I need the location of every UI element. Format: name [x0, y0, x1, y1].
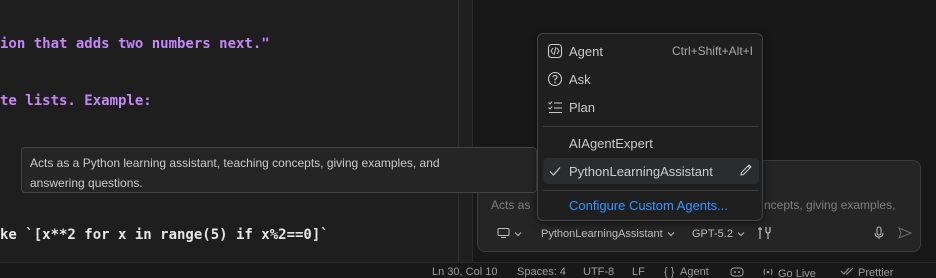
menu-item-aiagentexpert[interactable]: AIAgentExpert: [543, 130, 759, 156]
menu-item-label: Agent: [569, 43, 603, 59]
attach-context-button[interactable]: [497, 226, 522, 242]
menu-separator: [543, 126, 759, 127]
model-picker-button[interactable]: GPT-5.2: [692, 226, 745, 242]
chat-input-placeholder: Acts as: [491, 198, 531, 212]
chevron-down-icon: [667, 228, 675, 240]
menu-item-agent[interactable]: Agent Ctrl+Shift+Alt+I: [543, 38, 759, 64]
model-picker-label: GPT-5.2: [692, 228, 733, 240]
pencil-icon[interactable]: [739, 163, 753, 180]
menu-item-label: Configure Custom Agents...: [569, 197, 728, 213]
tooltip-text-line: answering questions.: [30, 176, 143, 190]
status-bar: Ln 30, Col 10 Spaces: 4 UTF-8 LF { } Age…: [0, 262, 936, 278]
pane-divider[interactable]: [458, 0, 459, 262]
menu-item-label: Plan: [569, 99, 596, 115]
send-button[interactable]: [898, 226, 913, 243]
menu-item-label: AIAgentExpert: [569, 135, 653, 151]
agent-description-tooltip: Acts as a Python learning assistant, tea…: [21, 147, 537, 193]
agent-icon: [546, 42, 564, 60]
menu-separator: [543, 190, 759, 191]
code-line: te lists. Example:: [0, 93, 152, 109]
copilot-icon[interactable]: [730, 266, 744, 278]
chevron-down-icon: [514, 228, 522, 240]
cursor-position[interactable]: Ln 30, Col 10: [432, 266, 497, 278]
configure-custom-agents-link[interactable]: Configure Custom Agents...: [543, 192, 759, 218]
prettier-label: Prettier: [858, 266, 894, 278]
microphone-button[interactable]: [873, 226, 885, 242]
broadcast-icon: [762, 266, 774, 278]
monitor-icon: [497, 227, 510, 242]
chevron-down-icon: [737, 228, 745, 240]
menu-item-ask[interactable]: Ask: [543, 66, 759, 92]
menu-item-plan[interactable]: Plan: [543, 94, 759, 120]
indentation-setting[interactable]: Spaces: 4: [517, 266, 566, 278]
code-line: ke `[x**2 for x in range(5) if x%2==0]`: [0, 227, 329, 243]
prettier-button[interactable]: Prettier: [840, 266, 893, 278]
agent-picker-button[interactable]: PythonLearningAssistant: [541, 226, 675, 242]
chat-input-placeholder-continued: ncepts, giving examples,: [764, 198, 896, 212]
encoding-setting[interactable]: UTF-8: [583, 266, 614, 278]
eol-setting[interactable]: LF: [632, 266, 645, 278]
tooltip-text-line: Acts as a Python learning assistant, tea…: [30, 156, 440, 170]
keyboard-shortcut: Ctrl+Shift+Alt+I: [671, 44, 753, 58]
pane-border: [472, 0, 473, 262]
checklist-icon: [546, 98, 564, 116]
language-mode[interactable]: { }: [664, 266, 674, 278]
go-live-button[interactable]: Go Live: [762, 266, 816, 278]
code-editor[interactable]: ion that adds two numbers next." te list…: [0, 0, 458, 262]
menu-item-label: Ask: [569, 71, 591, 87]
go-live-label: Go Live: [778, 267, 816, 278]
double-check-icon: [840, 266, 854, 278]
question-icon: [546, 70, 564, 88]
microphone-icon: [873, 226, 885, 243]
tools-button[interactable]: [757, 226, 771, 242]
menu-item-pythonlearningassistant[interactable]: PythonLearningAssistant: [543, 158, 759, 184]
menu-item-label: PythonLearningAssistant: [569, 163, 713, 179]
agent-mode-menu: Agent Ctrl+Shift+Alt+I Ask Plan AIAgentE…: [537, 33, 763, 221]
send-icon: [898, 226, 913, 243]
code-line: ion that adds two numbers next.": [0, 36, 270, 52]
check-icon: [546, 162, 564, 180]
agent-picker-label: PythonLearningAssistant: [541, 228, 663, 240]
tools-icon: [757, 226, 771, 243]
agent-status[interactable]: Agent: [680, 266, 709, 278]
